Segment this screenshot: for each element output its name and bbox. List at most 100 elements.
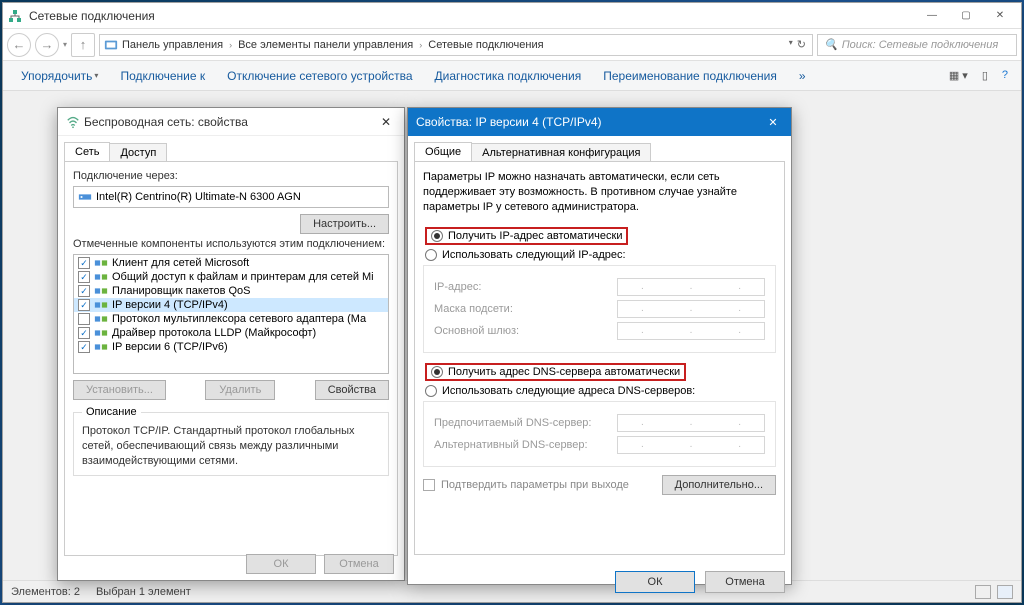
breadcrumb-root[interactable]: Панель управления [122,39,223,51]
status-count: Элементов: 2 [11,586,80,598]
radio-ip-auto[interactable]: Получить IP-адрес автоматически [423,225,776,247]
up-button[interactable]: ↑ [71,33,95,57]
tab-access[interactable]: Доступ [109,143,167,162]
wifi-icon [66,115,80,129]
dialog-title: Свойства: IP версии 4 (TCP/IPv4) [416,115,602,129]
network-properties-dialog: Беспроводная сеть: свойства ✕ Сеть Досту… [57,107,405,581]
alt-dns-input: ... [617,436,765,454]
checkbox-icon[interactable]: ✓ [78,285,90,297]
confirm-on-exit-checkbox[interactable]: Подтвердить параметры при выходе [423,479,629,491]
protocol-icon [94,285,108,297]
disable-button[interactable]: Отключение сетевого устройства [217,65,422,87]
uninstall-button[interactable]: Удалить [205,380,275,400]
search-placeholder: Поиск: Сетевые подключения [842,39,999,51]
component-row[interactable]: ✓ Драйвер протокола LLDP (Майкрософт) [74,326,388,340]
back-button[interactable]: ← [7,33,31,57]
breadcrumb-leaf[interactable]: Сетевые подключения [428,39,543,51]
radio-icon [431,230,443,242]
adapter-field: Intel(R) Centrino(R) Ultimate-N 6300 AGN [73,186,389,208]
properties-button[interactable]: Свойства [315,380,389,400]
ok-button[interactable]: ОК [246,554,316,574]
dialog-tabs: Сеть Доступ [58,136,404,161]
radio-ip-manual[interactable]: Использовать следующий IP-адрес: [423,247,776,263]
cancel-button[interactable]: Отмена [324,554,394,574]
dialog-titlebar: Свойства: IP версии 4 (TCP/IPv4) ✕ [408,108,791,136]
component-label: Общий доступ к файлам и принтерам для се… [112,271,374,283]
checkbox-icon[interactable]: ✓ [78,271,90,283]
view-large-icon[interactable] [997,585,1013,599]
dialog-tabs: Общие Альтернативная конфигурация [408,136,791,161]
component-row[interactable]: ✓Планировщик пакетов QoS [74,284,388,298]
radio-dns-manual[interactable]: Использовать следующие адреса DNS-сервер… [423,383,776,399]
components-label: Отмеченные компоненты используются этим … [73,238,389,250]
ipv4-properties-dialog: Свойства: IP версии 4 (TCP/IPv4) ✕ Общие… [407,107,792,585]
maximize-button[interactable]: ▢ [949,5,983,27]
dialog-titlebar: Беспроводная сеть: свойства ✕ [58,108,404,136]
radio-icon [425,385,437,397]
protocol-icon [94,299,108,311]
recent-dropdown[interactable]: ▾ [63,40,67,49]
help-button[interactable]: ? [997,66,1013,85]
preview-pane-button[interactable]: ▯ [977,66,993,85]
tab-alternate[interactable]: Альтернативная конфигурация [471,143,651,162]
addr-dropdown-icon[interactable]: ▾ [789,38,793,51]
components-list[interactable]: ✓Клиент для сетей Microsoft✓Общий доступ… [73,254,389,374]
organize-menu[interactable]: Упорядочить ▾ [11,65,108,87]
configure-button[interactable]: Настроить... [300,214,389,234]
ok-button[interactable]: ОК [615,571,695,593]
protocol-icon [94,271,108,283]
cancel-button[interactable]: Отмена [705,571,785,593]
description-legend: Описание [82,406,141,418]
view-icons-button[interactable]: ▦ ▾ [944,66,973,85]
checkbox-icon[interactable]: ✓ [78,257,90,269]
pref-dns-input: ... [617,414,765,432]
component-row[interactable]: ✓ Общий доступ к файлам и принтерам для с… [74,270,388,284]
description-text: Протокол TCP/IP. Стандартный протокол гл… [82,424,380,469]
subnet-input: ... [617,300,765,318]
install-button[interactable]: Установить... [73,380,166,400]
component-row[interactable]: ✓ IP версии 6 (TCP/IPv6) [74,340,388,354]
forward-button[interactable]: → [35,33,59,57]
connect-button[interactable]: Подключение к [110,65,215,87]
close-icon[interactable]: ✕ [763,116,783,129]
close-button[interactable]: ✕ [983,5,1017,27]
ip-address-label: IP-адрес: [434,281,481,293]
protocol-icon [94,327,108,339]
address-bar[interactable]: Панель управления › Все элементы панели … [99,34,813,56]
search-input[interactable]: 🔍Поиск: Сетевые подключения [817,34,1017,56]
checkbox-icon[interactable] [78,313,90,325]
toolbar-overflow[interactable]: » [789,65,816,87]
component-row[interactable]: ✓IP версии 4 (TCP/IPv4) [74,298,388,312]
radio-dns-auto[interactable]: Получить адрес DNS-сервера автоматически [423,361,776,383]
component-label: IP версии 6 (TCP/IPv6) [112,341,228,353]
radio-icon [431,366,443,378]
dns-fields-group: Предпочитаемый DNS-сервер:... Альтернати… [423,401,776,467]
chevron-right-icon: › [419,40,422,50]
ip-fields-group: IP-адрес:... Маска подсети:... Основной … [423,265,776,353]
alt-dns-label: Альтернативный DNS-сервер: [434,439,588,451]
checkbox-icon[interactable]: ✓ [78,327,90,339]
protocol-icon [94,257,108,269]
refresh-icon[interactable]: ↻ [797,38,806,51]
checkbox-icon[interactable]: ✓ [78,341,90,353]
network-icon [7,8,23,24]
component-row[interactable]: ✓Клиент для сетей Microsoft [74,256,388,270]
subnet-label: Маска подсети: [434,303,513,315]
advanced-button[interactable]: Дополнительно... [662,475,776,495]
ip-address-input: ... [617,278,765,296]
diagnose-button[interactable]: Диагностика подключения [425,65,592,87]
close-icon[interactable]: ✕ [376,115,396,129]
component-label: Драйвер протокола LLDP (Майкрософт) [112,327,316,339]
radio-icon [425,249,437,261]
component-row[interactable]: Протокол мультиплексора сетевого адаптер… [74,312,388,326]
tab-general[interactable]: Общие [414,142,472,161]
rename-button[interactable]: Переименование подключения [593,65,787,87]
tab-network[interactable]: Сеть [64,142,110,161]
minimize-button[interactable]: — [915,5,949,27]
window-title: Сетевые подключения [29,9,155,23]
checkbox-icon[interactable]: ✓ [78,299,90,311]
view-details-icon[interactable] [975,585,991,599]
breadcrumb-mid[interactable]: Все элементы панели управления [238,39,413,51]
ipv4-intro: Параметры IP можно назначать автоматичес… [423,170,776,215]
toolbar: Упорядочить ▾ Подключение к Отключение с… [3,61,1021,91]
